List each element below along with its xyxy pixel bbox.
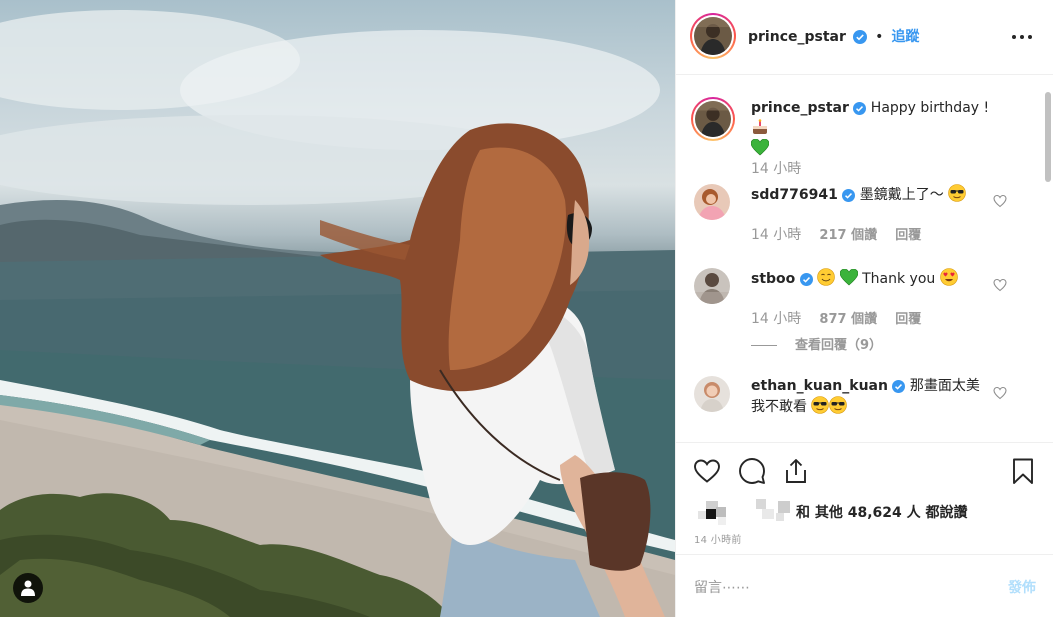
comment-item: stboo Thank you 14 小時 877 個讚 回覆 查看回覆（9） xyxy=(694,268,1034,358)
sunglasses-emoji-icon xyxy=(948,184,966,202)
green-heart-emoji-icon xyxy=(839,268,858,286)
person-icon xyxy=(21,580,35,596)
verified-badge-icon xyxy=(852,29,867,44)
post-header: prince_pstar • 追蹤 xyxy=(676,0,1053,75)
smile-emoji-icon xyxy=(817,268,836,286)
caption: prince_pstar Happy birthday ! 14 小時 xyxy=(691,97,1034,178)
blurred-liker-avatars xyxy=(694,499,794,525)
comment-like-heart-icon[interactable] xyxy=(993,386,1007,400)
comment-item: ethan_kuan_kuan 那畫面太美我不敢看 xyxy=(694,376,1034,442)
verified-badge-icon xyxy=(853,101,867,115)
cake-emoji-icon xyxy=(753,119,767,134)
comment-input[interactable]: 留言⋯⋯ xyxy=(694,577,974,597)
add-comment-bar: 留言⋯⋯ 發佈 xyxy=(676,554,1053,617)
post-actions: 和 其他 48,624 人 都說讚 14 小時前 xyxy=(676,442,1053,554)
heart-eyes-emoji-icon xyxy=(939,268,958,286)
share-icon[interactable] xyxy=(782,457,810,485)
commenter-avatar[interactable] xyxy=(694,184,730,220)
sunglasses-emoji-icon xyxy=(811,396,830,414)
view-replies-button[interactable]: 查看回覆（9） xyxy=(751,334,882,353)
user-tag-button[interactable] xyxy=(13,573,43,603)
post-photo[interactable] xyxy=(0,0,675,617)
author-avatar[interactable] xyxy=(690,13,736,59)
reply-button[interactable]: 回覆 xyxy=(895,228,921,243)
comment-username[interactable]: sdd776941 xyxy=(751,187,838,203)
comment-item: sdd776941 墨鏡戴上了～ 14 小時 217 個讚 回覆 xyxy=(694,184,1034,254)
post-timestamp: 14 小時前 xyxy=(694,535,742,546)
sunglasses-emoji-icon xyxy=(829,396,848,414)
likes-text: 和 其他 48,624 人 都說讚 xyxy=(796,505,968,521)
comment-icon[interactable] xyxy=(738,457,766,485)
comment-text: Thank you xyxy=(862,271,936,287)
comment-username[interactable]: ethan_kuan_kuan xyxy=(751,378,888,394)
caption-username[interactable]: prince_pstar xyxy=(751,100,849,116)
author-username[interactable]: prince_pstar xyxy=(748,29,846,45)
comments-list[interactable]: prince_pstar Happy birthday ! 14 小時 sdd7… xyxy=(676,76,1053,442)
reply-button[interactable]: 回覆 xyxy=(895,312,921,327)
green-heart-emoji-icon xyxy=(750,138,770,156)
comment-text: 墨鏡戴上了～ xyxy=(859,187,944,203)
comment-like-heart-icon[interactable] xyxy=(993,194,1007,208)
caption-text: Happy birthday ! xyxy=(870,100,990,116)
commenter-avatar[interactable] xyxy=(694,268,730,304)
comment-time: 14 小時 xyxy=(751,311,802,327)
comments-scrollbar[interactable] xyxy=(1045,92,1051,182)
likes-summary[interactable]: 和 其他 48,624 人 都說讚 xyxy=(694,499,968,525)
bookmark-icon[interactable] xyxy=(1009,457,1037,485)
heart-icon[interactable] xyxy=(693,457,721,485)
follow-button[interactable]: 追蹤 xyxy=(891,29,919,45)
comment-like-count[interactable]: 217 個讚 xyxy=(819,228,877,243)
caption-time: 14 小時 xyxy=(751,161,802,177)
caption-author-avatar[interactable] xyxy=(691,97,735,141)
photo-scene xyxy=(0,10,675,617)
more-options-icon[interactable] xyxy=(1010,27,1034,47)
comment-like-count[interactable]: 877 個讚 xyxy=(819,312,877,327)
post-sidebar: prince_pstar • 追蹤 prince_pstar Happy bir… xyxy=(675,0,1053,617)
verified-badge-icon xyxy=(799,272,813,286)
verified-badge-icon xyxy=(842,188,856,202)
commenter-avatar[interactable] xyxy=(694,376,730,412)
comment-time: 14 小時 xyxy=(751,227,802,243)
comment-username[interactable]: stboo xyxy=(751,271,795,287)
header-separator: • xyxy=(875,29,884,45)
post-comment-button[interactable]: 發佈 xyxy=(1008,577,1036,597)
comment-like-heart-icon[interactable] xyxy=(993,278,1007,292)
verified-badge-icon xyxy=(892,379,906,393)
